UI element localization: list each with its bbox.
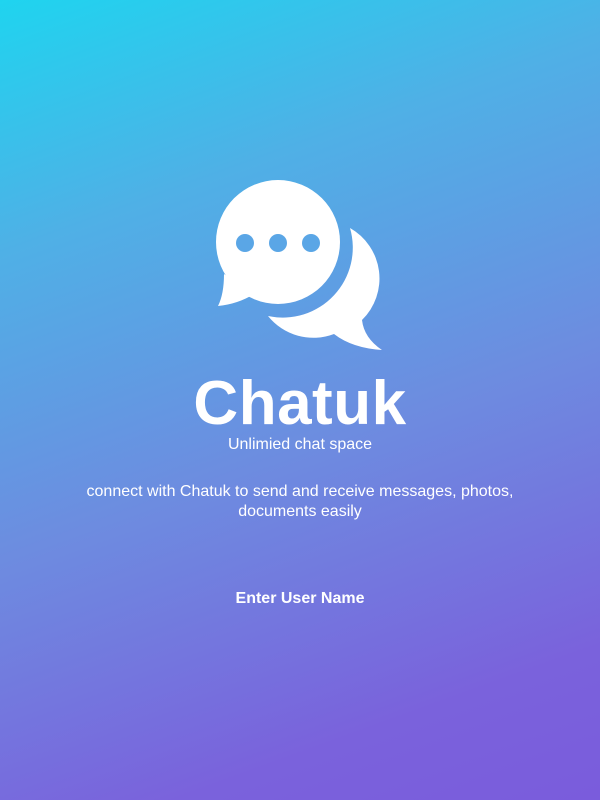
app-description: connect with Chatuk to send and receive … [86, 483, 514, 520]
app-name: Chatuk [193, 369, 407, 438]
enter-username-button[interactable]: Enter User Name [200, 584, 400, 614]
chat-bubbles-icon [212, 178, 390, 356]
splash-screen: Chatuk Unlimied chat space connect with … [0, 0, 600, 800]
app-tagline: Unlimied chat space [227, 436, 373, 453]
